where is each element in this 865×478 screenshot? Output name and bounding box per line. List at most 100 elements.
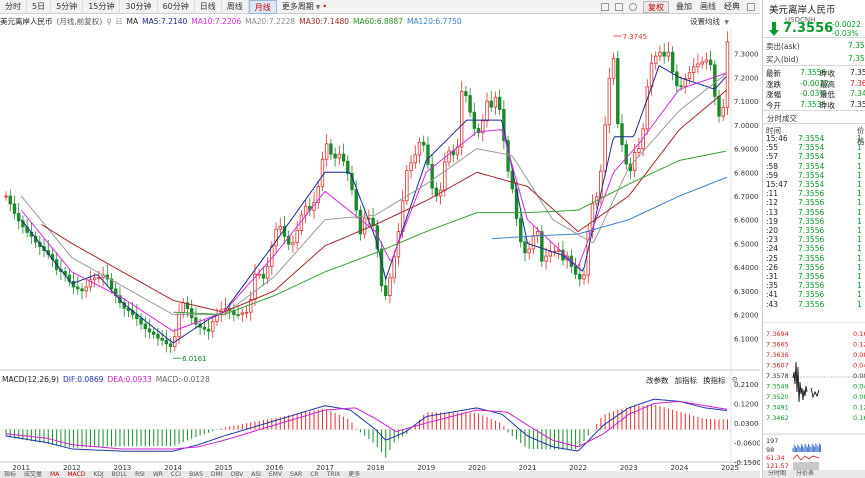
candle-body — [616, 58, 620, 125]
chart-area[interactable]: 7.3000 7.2000 7.1000 7.0000 6.9000 6.8000 6.70… — [0, 0, 760, 478]
candle — [278, 217, 282, 234]
candle-body — [152, 331, 156, 335]
layout-icon[interactable] — [747, 3, 755, 11]
trade-price: 7.3554 — [798, 134, 825, 143]
period-tab[interactable]: 月线 — [248, 0, 277, 14]
period-tab[interactable]: 日线 — [195, 0, 222, 14]
period-tab[interactable]: 5分钟 — [51, 0, 84, 14]
legend-toggle-icon[interactable]: ⚲ — [106, 17, 112, 26]
candle-body — [291, 242, 295, 245]
indicator-tab[interactable]: OBV — [226, 471, 247, 478]
candle-body — [426, 144, 430, 165]
indicator-tab[interactable]: CR — [306, 471, 322, 478]
indicator-tab[interactable]: SAR — [286, 471, 306, 478]
indicator-tab[interactable]: EMV — [265, 471, 286, 478]
candle — [658, 45, 662, 61]
intraday-mini-chart[interactable]: 7.3694 0.16% 7.3665 0.12% 7.3636 0.08% 7.3607 0… — [763, 322, 865, 470]
ma60-value: MA60:6.8887 — [353, 16, 403, 26]
trade-row: :55 7.3554 1 — [766, 143, 865, 152]
mini-pct-label: 0.12% — [853, 404, 865, 412]
panel-tab[interactable]: 分价表 — [791, 470, 819, 478]
indicator-tab[interactable]: TRIX — [323, 471, 345, 478]
candle — [265, 256, 270, 284]
candle — [675, 64, 679, 93]
indicator-tab[interactable]: RSI — [131, 471, 149, 478]
candle-body — [329, 143, 333, 155]
macd-legend: MACD(12,26,9) DIF:0.0869 DEA:0.0933 MACD… — [2, 375, 214, 384]
refresh-icon[interactable] — [615, 3, 623, 11]
indicator-tab[interactable]: ASI — [247, 471, 265, 478]
mini-pct-label: 0.00% — [853, 372, 865, 380]
candle — [426, 136, 430, 170]
overlay-button[interactable]: 叠加 — [672, 1, 696, 13]
candle-body — [603, 124, 607, 172]
period-tab[interactable]: 5日 — [27, 0, 52, 14]
trade-price: 7.3556 — [798, 189, 825, 199]
info-icon[interactable] — [601, 3, 609, 11]
trade-row: 15:46 7.3554 1 — [766, 134, 865, 143]
candle-body — [139, 318, 143, 325]
bid-row: 买入(bid) 7.3556 — [766, 54, 865, 65]
mini-pct-label: 0.16% — [853, 330, 865, 338]
candle — [476, 123, 481, 139]
candle — [152, 327, 156, 340]
candle-body — [92, 277, 97, 281]
indicator-tab[interactable]: BIAS — [185, 471, 207, 478]
ask-row: 卖出(ask) 7.3560 — [766, 41, 865, 52]
macd-change-params-button[interactable]: 改参数 — [646, 375, 669, 386]
mini-pct-label: 0.08% — [853, 393, 865, 401]
indicator-tab[interactable]: 更多 — [344, 471, 364, 478]
candle — [244, 305, 249, 319]
candle-body — [295, 229, 299, 244]
candle-body — [696, 63, 700, 68]
macd-add-indicator-button[interactable]: 加指标 — [675, 375, 698, 386]
trade-volume: 1 — [857, 253, 862, 263]
period-tab[interactable]: 30分钟 — [120, 0, 158, 14]
period-tab[interactable]: 分时 — [0, 0, 27, 14]
candle-body — [645, 86, 650, 130]
period-tab[interactable]: 周线 — [222, 0, 249, 14]
candle — [430, 153, 434, 196]
candle — [358, 205, 363, 241]
indicator-tab[interactable]: 指标 — [0, 471, 20, 478]
candle — [173, 329, 177, 352]
indicator-tab[interactable]: WR — [149, 471, 167, 478]
panel-tabs: 分时图 分价表 — [763, 470, 865, 478]
dif-line — [6, 398, 728, 452]
indicator-tab[interactable]: BOLL — [108, 471, 131, 478]
indicator-tab[interactable]: MA — [46, 471, 63, 478]
indicator-tab[interactable]: MACD — [63, 471, 89, 478]
indicator-tab[interactable]: CCI — [167, 471, 185, 478]
period-tab[interactable]: 15分钟 — [83, 0, 121, 14]
candle-body — [16, 212, 21, 222]
candle-body — [464, 91, 468, 97]
candle — [468, 88, 472, 117]
candle-body — [392, 256, 396, 279]
settings-ma-button[interactable]: 设置均线 ▼ — [690, 16, 731, 27]
macd-settings-icon[interactable]: ⚙ — [732, 375, 739, 386]
legend-settings-icon[interactable]: ☷ — [116, 17, 123, 26]
candle-body — [261, 273, 266, 279]
candle — [67, 268, 72, 287]
indicator-tab[interactable]: KDJ — [89, 471, 107, 478]
more-period-button[interactable]: 更多周期 ▼ • — [277, 0, 332, 14]
candle — [557, 242, 561, 259]
trade-time: 15:47 — [766, 180, 788, 189]
history-icon[interactable] — [629, 3, 637, 11]
adjust-button[interactable]: 复权 — [643, 1, 669, 13]
indicator-tab[interactable]: DMI — [207, 471, 227, 478]
trade-price: 7.3556 — [798, 262, 825, 272]
draw-button[interactable]: 画线 — [696, 1, 720, 13]
indicator-tab[interactable]: 成交量 — [20, 471, 46, 478]
mini-pct-label: 0.12% — [853, 341, 865, 349]
trade-volume: 1 — [857, 198, 862, 208]
mini-price-label: 7.3520 — [766, 393, 789, 401]
classic-button[interactable]: 经典 — [720, 1, 744, 13]
candle — [447, 146, 451, 167]
y-tick-label: 6.4000 — [734, 264, 759, 272]
panel-tab[interactable]: 分时图 — [763, 470, 791, 478]
period-tab[interactable]: 60分钟 — [158, 0, 195, 14]
macd-switch-indicator-button[interactable]: 换指标 — [703, 375, 726, 386]
candle-body — [202, 326, 207, 330]
candle — [206, 319, 211, 340]
